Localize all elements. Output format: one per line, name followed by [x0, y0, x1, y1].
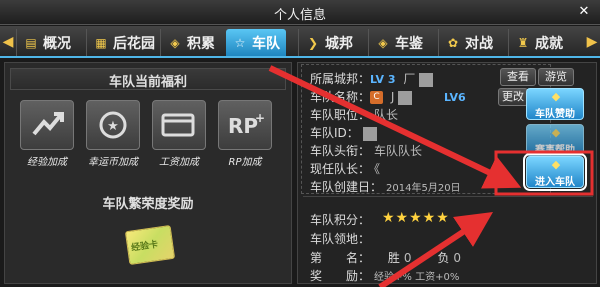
tab-accumulate[interactable]: ◈ 积累 — [160, 29, 221, 56]
captain-row: 现任队长：《 — [310, 162, 381, 176]
paw-icon: ✿ — [447, 35, 459, 50]
team-emblem-icon: C — [370, 91, 384, 104]
created-row: 车队创建日： 2014年5月20日 — [310, 180, 461, 194]
salary-card-icon — [152, 100, 206, 150]
gem-icon: ◆ — [551, 126, 561, 139]
tab-achievement[interactable]: ♜ 成就 — [508, 29, 569, 56]
window-title: 个人信息 — [273, 8, 326, 23]
tab-car-guide[interactable]: ◈ 车鉴 — [368, 29, 429, 56]
team-id-row: 车队ID： — [310, 124, 377, 141]
change-button[interactable]: 更改 — [498, 88, 528, 106]
tab-city[interactable]: ❯ 城邦 — [298, 29, 359, 56]
svg-text:+: + — [255, 111, 265, 125]
view-button[interactable]: 查看 — [500, 68, 536, 86]
divider — [303, 196, 593, 197]
score-row: 车队积分： — [310, 213, 371, 227]
position-row: 车队职位： 队长 — [310, 108, 399, 122]
event-help-button[interactable]: ◆ 赛事帮助 — [526, 124, 584, 156]
prosperity-title: 车队繁荣度奖励 — [102, 197, 194, 212]
svg-text:★: ★ — [107, 119, 119, 134]
stack-icon: ◈ — [170, 35, 180, 50]
tab-garden[interactable]: ▦ 后花园 — [86, 29, 161, 56]
team-name-row: 车队名称： C J LV6 — [310, 90, 466, 105]
stack-icon: ◈ — [378, 35, 388, 50]
rp-plus-icon: RP + — [218, 100, 272, 150]
lucky-coin-icon: ★ — [86, 100, 140, 150]
rank-row: 第 名： 胜0 负0 — [310, 251, 461, 265]
team-title-row: 车队头衔： 车队队长 — [310, 144, 423, 158]
tab-scroll-right-icon[interactable]: ▶ — [586, 32, 598, 52]
territory-row: 车队领地： — [310, 232, 371, 246]
tab-bar: ◀ ▤ 概况 ▦ 后花园 ◈ 积累 ☆ 车队 ❯ 城邦 ◈ 车鉴 ✿ 对战 ♜ … — [0, 26, 600, 58]
tab-overview[interactable]: ▤ 概况 — [16, 29, 77, 56]
perk-exp[interactable]: 经验加成 — [18, 100, 76, 170]
team-score-stars: ★★★★★ — [382, 210, 450, 226]
team-gift-button[interactable]: ◆ 车队赞助 — [526, 88, 584, 120]
redacted-block — [419, 72, 434, 87]
svg-text:RP: RP — [228, 114, 258, 138]
garden-icon: ▦ — [95, 35, 107, 50]
perk-lucky-coin[interactable]: ★ 幸运币加成 — [84, 100, 142, 170]
perk-list: 经验加成 ★ 幸运币加成 工资加成 RP + RP加成 — [18, 100, 280, 170]
trophy-icon: ♜ — [517, 35, 529, 50]
perk-salary[interactable]: 工资加成 — [150, 100, 208, 170]
welfare-title: 车队当前福利 — [108, 75, 187, 90]
chevron-icon: ❯ — [307, 35, 319, 50]
tab-battle[interactable]: ✿ 对战 — [438, 29, 499, 56]
redacted-block — [398, 90, 413, 105]
exp-up-icon — [20, 100, 74, 150]
reward-row: 奖 励： 经验+% 工资+0% — [310, 269, 460, 283]
title-bar: 个人信息 ✕ — [0, 0, 600, 25]
gem-icon: ◆ — [551, 158, 561, 171]
close-button[interactable]: ✕ — [576, 4, 592, 20]
exp-card-reward[interactable]: 经验卡 — [124, 224, 176, 266]
perk-rp[interactable]: RP + RP加成 — [216, 100, 274, 170]
enter-team-button[interactable]: ◆ 进入车队 — [523, 153, 587, 191]
tab-team[interactable]: ☆ 车队 — [226, 29, 286, 56]
star-icon: ☆ — [234, 35, 246, 50]
id-card-icon: ▤ — [25, 35, 37, 50]
tab-scroll-left-icon[interactable]: ◀ — [2, 32, 14, 52]
redacted-block — [362, 126, 377, 141]
city-row: 所属城邦：LV 3 厂 — [310, 70, 434, 87]
gem-icon: ◆ — [551, 90, 561, 103]
browse-button[interactable]: 游览 — [538, 68, 574, 86]
